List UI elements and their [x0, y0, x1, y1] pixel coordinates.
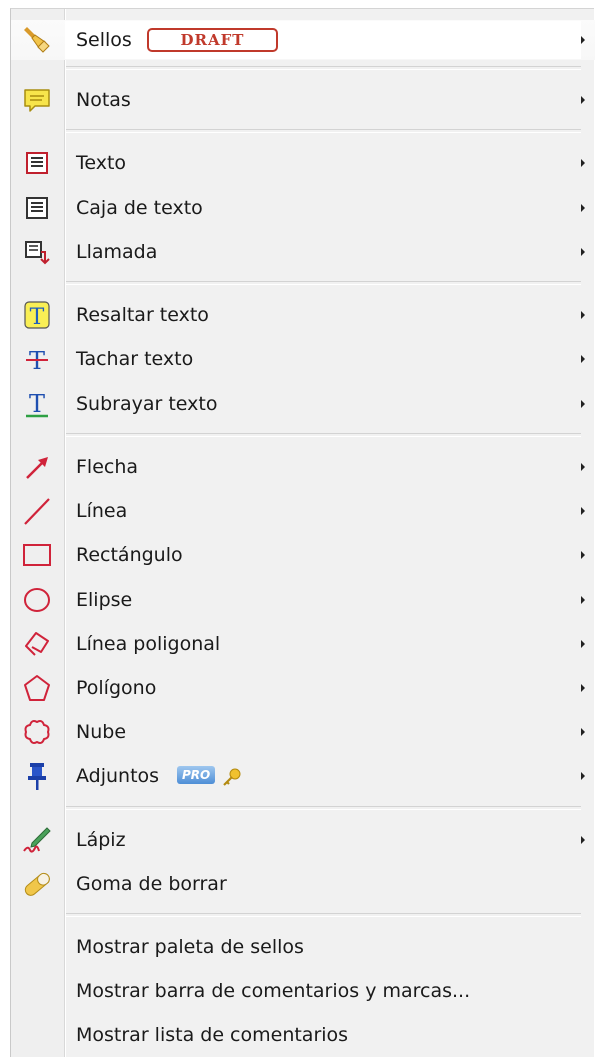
submenu-arrow-icon	[581, 96, 585, 104]
annotation-context-menu: Sellos DRAFT Notas Texto Caja de texto L…	[10, 8, 595, 1057]
submenu-arrow-icon	[581, 204, 585, 212]
submenu-arrow-icon	[581, 355, 585, 363]
arrow-icon	[21, 451, 53, 483]
menu-item-label: Línea	[76, 500, 128, 522]
menu-item-caja-de-texto[interactable]: Caja de texto	[11, 188, 595, 228]
menu-item-label: Caja de texto	[76, 197, 203, 219]
menu-item-label: Rectángulo	[76, 544, 183, 566]
menu-separator	[66, 281, 581, 285]
strikethrough-text-icon: T	[21, 343, 53, 375]
stamp-icon	[21, 24, 53, 56]
submenu-arrow-icon	[581, 728, 585, 736]
menu-item-linea[interactable]: Línea	[11, 491, 595, 531]
menu-item-label: Mostrar lista de comentarios	[76, 1024, 349, 1046]
submenu-arrow-icon	[581, 248, 585, 256]
ellipse-icon	[21, 584, 53, 616]
menu-item-tachar-texto[interactable]: T Tachar texto	[11, 339, 595, 379]
menu-item-lapiz[interactable]: Lápiz	[11, 820, 595, 860]
menu-item-label: Mostrar barra de comentarios y marcas...	[76, 980, 471, 1002]
text-box-icon	[21, 192, 53, 224]
menu-item-label: Polígono	[76, 677, 157, 699]
menu-item-label: Mostrar paleta de sellos	[76, 936, 304, 958]
menu-item-flecha[interactable]: Flecha	[11, 447, 595, 487]
menu-item-adjuntos[interactable]: Adjuntos PRO	[11, 756, 595, 796]
submenu-arrow-icon	[581, 684, 585, 692]
line-icon	[21, 495, 53, 527]
submenu-arrow-icon	[581, 836, 585, 844]
cloud-icon	[21, 716, 53, 748]
menu-separator	[66, 433, 581, 437]
svg-text:T: T	[30, 305, 45, 330]
menu-separator	[66, 913, 581, 917]
pro-badge-label: PRO	[177, 766, 216, 784]
highlight-text-icon: T	[21, 299, 53, 331]
menu-item-label: Nube	[76, 721, 127, 743]
menu-item-subrayar-texto[interactable]: T Subrayar texto	[11, 384, 595, 424]
menu-item-label: Lápiz	[76, 829, 126, 851]
menu-item-elipse[interactable]: Elipse	[11, 580, 595, 620]
menu-item-mostrar-lista-de-comentarios[interactable]: Mostrar lista de comentarios	[11, 1015, 595, 1055]
menu-item-llamada[interactable]: Llamada	[11, 232, 595, 272]
submenu-arrow-icon	[581, 640, 585, 648]
submenu-arrow-icon	[581, 400, 585, 408]
pencil-icon	[21, 824, 53, 856]
menu-item-notas[interactable]: Notas	[11, 80, 595, 120]
menu-item-label: Elipse	[76, 589, 133, 611]
polyline-icon	[21, 628, 53, 660]
menu-separator	[66, 66, 581, 70]
rectangle-icon	[21, 539, 53, 571]
note-icon	[21, 84, 53, 116]
submenu-arrow-icon	[581, 772, 585, 780]
pro-badge: PRO	[177, 765, 243, 787]
submenu-arrow-icon	[581, 507, 585, 515]
svg-text:T: T	[29, 390, 45, 418]
menu-item-resaltar-texto[interactable]: T Resaltar texto	[11, 295, 595, 335]
pin-icon	[21, 760, 53, 792]
menu-item-mostrar-barra-de-comentarios[interactable]: Mostrar barra de comentarios y marcas...	[11, 971, 595, 1011]
menu-item-label: Notas	[76, 89, 131, 111]
menu-item-linea-poligonal[interactable]: Línea poligonal	[11, 624, 595, 664]
polygon-icon	[21, 672, 53, 704]
submenu-arrow-icon	[581, 311, 585, 319]
menu-item-label: Adjuntos	[76, 765, 160, 787]
menu-item-label: Llamada	[76, 241, 158, 263]
eraser-icon	[21, 868, 53, 900]
submenu-arrow-icon	[581, 159, 585, 167]
menu-item-label: Goma de borrar	[76, 873, 227, 895]
text-icon	[21, 147, 53, 179]
menu-separator	[66, 129, 581, 133]
menu-item-label: Texto	[76, 152, 127, 174]
menu-item-label: Subrayar texto	[76, 393, 218, 415]
key-icon	[223, 768, 241, 786]
menu-item-rectangulo[interactable]: Rectángulo	[11, 535, 595, 575]
submenu-arrow-icon	[581, 596, 585, 604]
submenu-arrow-icon	[581, 463, 585, 471]
submenu-arrow-icon	[581, 36, 585, 44]
draft-stamp-badge: DRAFT	[147, 28, 278, 52]
menu-item-label: Resaltar texto	[76, 304, 209, 326]
menu-item-nube[interactable]: Nube	[11, 712, 595, 752]
menu-item-mostrar-paleta-de-sellos[interactable]: Mostrar paleta de sellos	[11, 927, 595, 967]
menu-item-sellos[interactable]: Sellos DRAFT	[11, 20, 595, 60]
menu-item-label: Sellos	[76, 29, 132, 51]
menu-separator	[66, 806, 581, 810]
menu-item-label: Flecha	[76, 456, 139, 478]
menu-item-texto[interactable]: Texto	[11, 143, 595, 183]
callout-icon	[21, 236, 53, 268]
menu-item-poligono[interactable]: Polígono	[11, 668, 595, 708]
underline-text-icon: T	[21, 388, 53, 420]
submenu-arrow-icon	[581, 551, 585, 559]
menu-item-goma-de-borrar[interactable]: Goma de borrar	[11, 864, 595, 904]
menu-item-label: Tachar texto	[76, 348, 194, 370]
menu-item-label: Línea poligonal	[76, 633, 221, 655]
